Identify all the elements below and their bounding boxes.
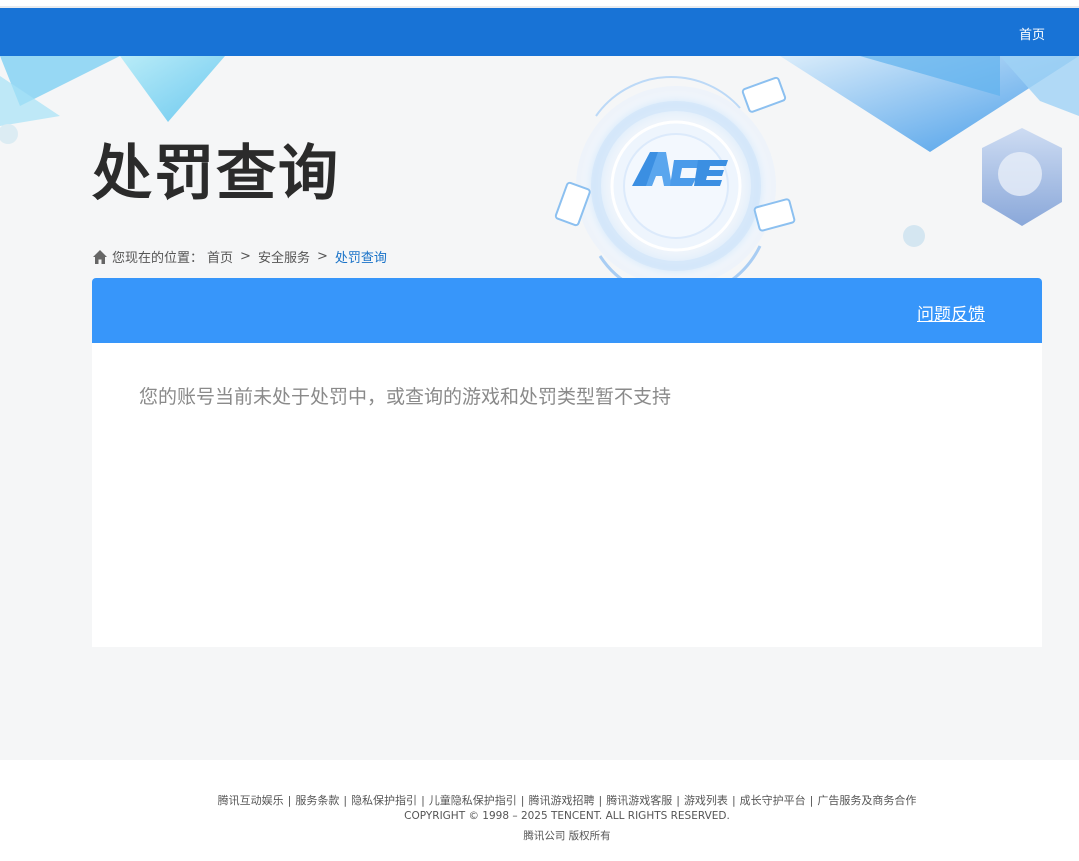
owner-text: 腾讯公司 版权所有 — [523, 830, 611, 842]
footer-link-parental-guard[interactable]: 成长守护平台 — [740, 794, 806, 807]
footer-divider: | — [731, 794, 736, 807]
footer-link-privacy[interactable]: 隐私保护指引 — [351, 794, 417, 807]
breadcrumb-item-home[interactable]: 首页 — [207, 247, 233, 266]
footer-link-tencent-ent[interactable]: 腾讯互动娱乐 — [218, 794, 284, 807]
top-strip — [0, 0, 1079, 8]
feedback-link[interactable]: 问题反馈 — [917, 300, 985, 325]
footer-divider: | — [676, 794, 680, 807]
page-title: 处罚查询 — [92, 139, 340, 209]
footer-links: 腾讯互动娱乐 | 服务条款 | 隐私保护指引 | 儿童隐私保护指引 | 腾讯游戏招聘 | 腾讯游戏客… — [0, 792, 1079, 808]
footer-link-game-list[interactable]: 游戏列表 — [684, 794, 728, 807]
footer-link-careers[interactable]: 腾讯游戏招聘 — [529, 794, 595, 807]
footer-divider: | — [809, 794, 814, 807]
footer: 腾讯互动娱乐 | 服务条款 | 隐私保护指引 | 儿童隐私保护指引 | 腾讯游戏招聘 | 腾讯游戏客… — [0, 760, 1079, 861]
footer-divider: | — [421, 794, 425, 807]
footer-divider: | — [520, 794, 525, 807]
footer-divider: | — [287, 794, 292, 807]
footer-link-advertising[interactable]: 广告服务及商务合作 — [817, 794, 916, 807]
breadcrumb-separator: > — [240, 249, 251, 264]
home-icon — [92, 249, 108, 265]
copyright-text: COPYRIGHT © 1998 – 2025 TENCENT. ALL RIG… — [404, 810, 730, 822]
result-panel: 问题反馈 您的账号当前未处于处罚中，或查询的游戏和处罚类型暂不支持 — [92, 278, 1042, 647]
breadcrumb-item-security-services[interactable]: 安全服务 — [258, 247, 310, 266]
panel-header: 问题反馈 — [92, 278, 1042, 343]
breadcrumb-separator: > — [316, 249, 328, 264]
breadcrumb-prefix: 您现在的位置： — [112, 251, 204, 266]
footer-divider: | — [598, 794, 603, 807]
footer-link-child-privacy[interactable]: 儿童隐私保护指引 — [429, 794, 517, 807]
nav-home-link[interactable]: 首页 — [1019, 24, 1045, 43]
top-navbar: 首页 — [0, 8, 1079, 56]
footer-divider: | — [343, 794, 348, 807]
breadcrumb-item-current: 处罚查询 — [334, 251, 387, 266]
result-message: 您的账号当前未处于处罚中，或查询的游戏和处罚类型暂不支持 — [139, 386, 672, 408]
footer-link-support[interactable]: 腾讯游戏客服 — [606, 794, 672, 807]
footer-link-terms[interactable]: 服务条款 — [295, 794, 339, 807]
breadcrumb: 您现在的位置： 首页 > 安全服务 > 处罚查询 — [92, 247, 387, 266]
